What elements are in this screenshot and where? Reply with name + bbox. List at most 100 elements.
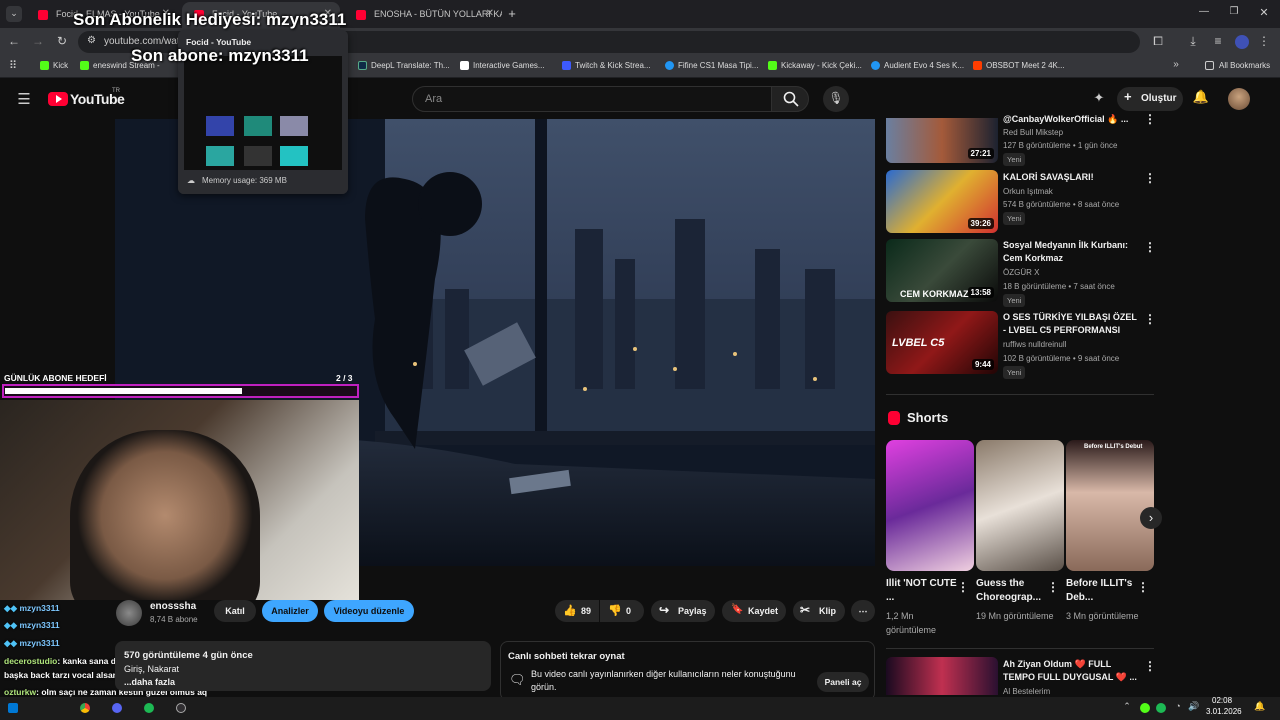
description-box[interactable]: 570 görüntüleme 4 gün önce Giriş, Nakara… bbox=[115, 641, 491, 691]
more-bookmarks-icon[interactable]: » bbox=[1170, 59, 1182, 70]
rec-more-icon[interactable]: ⋮ bbox=[1144, 240, 1156, 254]
short-thumbnail[interactable] bbox=[886, 440, 974, 571]
all-bookmarks[interactable]: All Bookmarks bbox=[1205, 61, 1270, 70]
notification-center-icon[interactable]: 🔔 bbox=[1254, 701, 1266, 712]
rec-title[interactable]: Ah Ziyan Oldum ❤️ FULL TEMPO FULL DUYGUS… bbox=[1003, 658, 1138, 684]
edit-video-button[interactable]: Videoyu düzenle bbox=[324, 600, 414, 622]
short-more-icon[interactable]: ⋮ bbox=[1137, 580, 1149, 594]
obs-taskbar-icon[interactable] bbox=[176, 703, 186, 713]
account-avatar[interactable] bbox=[1228, 88, 1250, 110]
preview-tile bbox=[206, 116, 234, 136]
more-actions-button[interactable]: ⋯ bbox=[851, 600, 875, 622]
apps-grid-icon[interactable]: ⠿ bbox=[6, 59, 20, 72]
hamburger-menu-icon[interactable]: ☰ bbox=[16, 90, 32, 108]
rec-more-icon[interactable]: ⋮ bbox=[1144, 112, 1156, 126]
rec-channel[interactable]: Orkun Işıtmak bbox=[1003, 186, 1053, 198]
clip-button[interactable]: ✂ Klip bbox=[793, 600, 845, 622]
rec-channel[interactable]: ÖZGÜR X bbox=[1003, 267, 1039, 279]
rec-title[interactable]: Sosyal Medyanın İlk Kurbanı: Cem Korkmaz bbox=[1003, 239, 1138, 265]
tray-app-icon[interactable] bbox=[1140, 703, 1150, 713]
download-icon[interactable]: ⤓ bbox=[1185, 34, 1201, 49]
rec-title[interactable]: KALORİ SAVAŞLARI! bbox=[1003, 171, 1138, 184]
menu-icon[interactable]: ⋮ bbox=[1258, 34, 1270, 48]
rec-thumbnail[interactable]: 27:21 bbox=[886, 118, 998, 163]
share-button[interactable]: ↪ Paylaş bbox=[651, 600, 715, 622]
bookmark-audient[interactable]: Audient Evo 4 Ses K... bbox=[871, 61, 964, 70]
short-title[interactable]: Guess the Choreograp... bbox=[976, 577, 1048, 605]
mic-icon[interactable]: 🎙 bbox=[823, 86, 849, 112]
site-info-icon[interactable]: ⚙ bbox=[87, 35, 96, 46]
tray-chevron-icon[interactable]: ⌃ bbox=[1122, 701, 1132, 712]
rec-more-icon[interactable]: ⋮ bbox=[1144, 312, 1156, 326]
like-button[interactable]: 👍 89 bbox=[555, 600, 599, 622]
shorts-heading: Shorts bbox=[907, 410, 949, 425]
kick-icon bbox=[768, 61, 777, 70]
channel-avatar[interactable] bbox=[116, 600, 142, 626]
windows-taskbar: ⌃ ◔ 🔊 02:08 3.01.2026 🔔 bbox=[0, 696, 1280, 720]
rec-channel[interactable]: Red Bull Mikstep bbox=[1003, 127, 1063, 139]
bookmark-kick[interactable]: Kick bbox=[40, 61, 68, 70]
short-more-icon[interactable]: ⋮ bbox=[1047, 580, 1059, 594]
spotify-taskbar-icon[interactable] bbox=[144, 703, 154, 713]
save-button[interactable]: 🔖 Kaydet bbox=[722, 600, 786, 622]
reload-icon[interactable]: ↻ bbox=[54, 34, 70, 48]
join-button[interactable]: Katıl bbox=[214, 600, 256, 622]
description-more[interactable]: ...daha fazla bbox=[124, 677, 175, 687]
minimize-icon[interactable]: — bbox=[1196, 6, 1212, 17]
volume-icon[interactable]: 🔊 bbox=[1188, 701, 1200, 712]
short-title[interactable]: Illit 'NOT CUTE ... bbox=[886, 577, 958, 605]
short-thumbnail[interactable] bbox=[976, 440, 1064, 571]
start-icon[interactable] bbox=[8, 703, 18, 713]
clock-time[interactable]: 02:08 bbox=[1212, 696, 1232, 705]
rec-title[interactable]: O SES TÜRKİYE YILBAŞI ÖZEL - LVBEL C5 PE… bbox=[1003, 311, 1138, 337]
search-input[interactable]: Ara bbox=[412, 86, 772, 112]
rec-thumbnail[interactable]: 39:26 bbox=[886, 170, 998, 233]
create-button[interactable]: + Oluştur bbox=[1117, 87, 1183, 111]
tab-enosha[interactable]: ENOSHA - BÜTÜN YOLLARI KA ✕ bbox=[344, 2, 502, 28]
youtube-logo[interactable]: YouTube TR bbox=[48, 88, 128, 109]
tab-search-icon[interactable]: ⌄ bbox=[6, 6, 22, 22]
cast-settings-icon[interactable]: ✦ bbox=[1090, 90, 1108, 106]
dislike-button[interactable]: 👎 0 bbox=[600, 600, 644, 622]
chrome-taskbar-icon[interactable] bbox=[80, 703, 90, 713]
search-button[interactable] bbox=[771, 86, 809, 112]
rec-thumbnail[interactable]: CEM KORKMAZ 13:58 bbox=[886, 239, 998, 302]
notifications-bell-icon[interactable]: 🔔 bbox=[1192, 89, 1210, 105]
analytics-button[interactable]: Analizler bbox=[262, 600, 318, 622]
short-thumbnail[interactable]: Before ILLIT's Debut bbox=[1066, 440, 1154, 571]
close-window-icon[interactable]: ✕ bbox=[1256, 6, 1272, 19]
extensions-icon[interactable]: ⧠ bbox=[1150, 34, 1166, 49]
open-panel-button[interactable]: Paneli aç bbox=[817, 672, 869, 692]
bookmark-interactive-games[interactable]: Interactive Games... bbox=[460, 61, 545, 70]
bookmark-deepl[interactable]: DeepL Translate: Th... bbox=[358, 61, 450, 70]
bookmark-kickaway[interactable]: Kickaway - Kick Çeki... bbox=[768, 61, 862, 70]
forward-icon[interactable]: → bbox=[30, 34, 46, 48]
preview-tile bbox=[280, 146, 308, 166]
channel-name[interactable]: enosssha bbox=[150, 601, 196, 612]
profile-avatar[interactable] bbox=[1235, 35, 1249, 49]
rec-channel[interactable]: Al Bestelerim bbox=[1003, 686, 1050, 696]
rec-thumbnail[interactable]: LVBEL C5 9:44 bbox=[886, 311, 998, 374]
back-icon[interactable]: ← bbox=[6, 34, 22, 48]
wifi-icon[interactable]: ◔ bbox=[1172, 701, 1184, 711]
rec-more-icon[interactable]: ⋮ bbox=[1144, 659, 1156, 673]
clock-date[interactable]: 3.01.2026 bbox=[1206, 707, 1242, 716]
rec-thumbnail[interactable] bbox=[886, 657, 998, 695]
media-controls-icon[interactable]: ≡ bbox=[1210, 34, 1226, 48]
tray-spotify-icon[interactable] bbox=[1156, 703, 1166, 713]
new-tab-button[interactable]: + bbox=[504, 6, 520, 21]
rec-more-icon[interactable]: ⋮ bbox=[1144, 171, 1156, 185]
short-more-icon[interactable]: ⋮ bbox=[957, 580, 969, 594]
restore-icon[interactable]: ❐ bbox=[1226, 6, 1242, 17]
bookmark-twitch-kick[interactable]: Twitch & Kick Strea... bbox=[562, 61, 651, 70]
shorts-next-button[interactable]: › bbox=[1140, 507, 1162, 529]
discord-taskbar-icon[interactable] bbox=[112, 703, 122, 713]
bookmark-fifine[interactable]: Fifine CS1 Masa Tipi... bbox=[665, 61, 758, 70]
rec-title[interactable]: @CanbayWolkerOfficial 🔥 ... bbox=[1003, 113, 1138, 125]
close-icon[interactable]: ✕ bbox=[486, 8, 494, 19]
bookmark-obsbot[interactable]: OBSBOT Meet 2 4K... bbox=[973, 61, 1065, 70]
preview-tile bbox=[280, 116, 308, 136]
thumb-caption: LVBEL C5 bbox=[892, 337, 945, 349]
rec-channel[interactable]: ruffiws nulldreinull bbox=[1003, 339, 1066, 351]
short-title[interactable]: Before ILLIT's Deb... bbox=[1066, 577, 1138, 605]
